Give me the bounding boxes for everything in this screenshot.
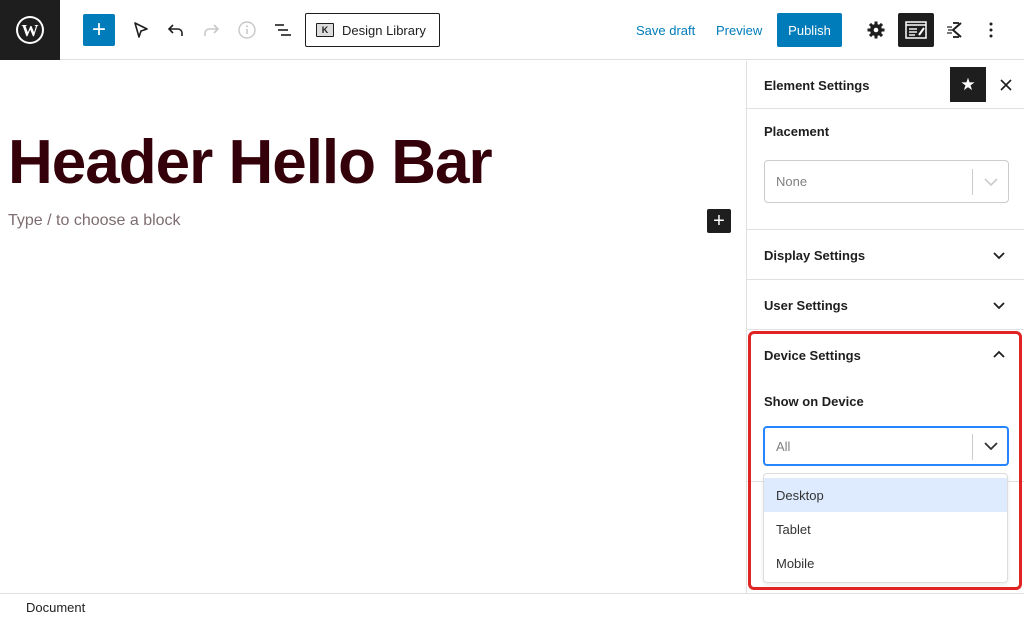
device-option-mobile[interactable]: Mobile bbox=[764, 546, 1007, 580]
sidebar-header: Element Settings ★ bbox=[747, 61, 1024, 109]
device-select[interactable]: All bbox=[763, 426, 1009, 466]
panel-user-settings[interactable]: User Settings bbox=[747, 280, 1024, 330]
post-title[interactable]: Header Hello Bar bbox=[8, 127, 493, 198]
device-options-menu: Desktop Tablet Mobile bbox=[763, 473, 1008, 583]
wordpress-logo[interactable]: W bbox=[0, 0, 60, 60]
save-draft-button[interactable]: Save draft bbox=[636, 14, 695, 46]
star-icon: ★ bbox=[960, 74, 976, 94]
panel-label: Display Settings bbox=[764, 248, 866, 263]
panel-label: User Settings bbox=[764, 298, 848, 313]
device-option-tablet[interactable]: Tablet bbox=[764, 512, 1007, 546]
top-toolbar: W + K Design Library Save draft Preview … bbox=[0, 0, 1024, 60]
placement-value: None bbox=[776, 174, 808, 189]
block-placeholder[interactable]: Type / to choose a block bbox=[8, 212, 181, 230]
sidebar-title: Element Settings bbox=[764, 78, 870, 93]
settings-icon bbox=[867, 21, 885, 39]
details-button[interactable] bbox=[231, 14, 263, 46]
select-tool-button[interactable] bbox=[125, 14, 157, 46]
chevron-up-icon[interactable] bbox=[992, 348, 1006, 362]
editor-canvas[interactable]: Header Hello Bar Type / to choose a bloc… bbox=[0, 61, 746, 593]
list-view-button[interactable] bbox=[267, 14, 299, 46]
panel-device-settings: Device Settings Show on Device All bbox=[747, 330, 1024, 482]
close-sidebar-button[interactable] bbox=[995, 73, 1017, 97]
device-option-desktop[interactable]: Desktop bbox=[764, 478, 1007, 512]
kadence-button[interactable] bbox=[939, 14, 971, 46]
panel-label[interactable]: Device Settings bbox=[764, 348, 861, 363]
panel-display-settings[interactable]: Display Settings bbox=[747, 230, 1024, 280]
publish-button[interactable]: Publish bbox=[777, 13, 842, 47]
chevron-down-icon bbox=[993, 252, 1005, 260]
select-separator bbox=[972, 169, 973, 195]
select-separator bbox=[972, 434, 973, 460]
kadence-icon bbox=[947, 22, 962, 38]
element-settings-toggle[interactable] bbox=[898, 13, 934, 47]
more-options-button[interactable] bbox=[975, 14, 1007, 46]
chevron-down-icon bbox=[981, 436, 1001, 456]
breadcrumb-document[interactable]: Document bbox=[26, 600, 85, 615]
kadence-library-icon: K bbox=[316, 23, 334, 37]
pin-button[interactable]: ★ bbox=[950, 67, 986, 102]
more-options-icon bbox=[989, 22, 993, 38]
close-icon bbox=[1000, 79, 1012, 91]
add-block-button[interactable]: + bbox=[83, 14, 115, 46]
inline-add-block-button[interactable]: + bbox=[707, 209, 731, 233]
show-on-device-label: Show on Device bbox=[764, 394, 864, 409]
design-library-label: Design Library bbox=[342, 22, 426, 38]
placement-section: Placement None bbox=[747, 109, 1024, 230]
svg-text:W: W bbox=[22, 21, 39, 40]
info-icon bbox=[238, 21, 256, 39]
device-value: All bbox=[776, 439, 791, 454]
list-view-icon bbox=[275, 24, 291, 36]
undo-icon bbox=[167, 24, 183, 36]
preview-button[interactable]: Preview bbox=[716, 14, 762, 46]
wordpress-icon: W bbox=[16, 16, 44, 44]
placement-label: Placement bbox=[764, 124, 830, 139]
redo-icon bbox=[204, 24, 220, 36]
redo-button[interactable] bbox=[195, 14, 227, 46]
select-tool-icon bbox=[134, 22, 148, 38]
placement-select[interactable]: None bbox=[764, 160, 1009, 203]
chevron-down-icon bbox=[981, 172, 1001, 192]
undo-button[interactable] bbox=[160, 14, 192, 46]
chevron-down-icon bbox=[993, 302, 1005, 310]
design-library-button[interactable]: K Design Library bbox=[305, 13, 440, 47]
settings-button[interactable] bbox=[860, 14, 892, 46]
footer-breadcrumb-bar: Document bbox=[0, 593, 1024, 618]
element-settings-icon bbox=[905, 21, 927, 39]
